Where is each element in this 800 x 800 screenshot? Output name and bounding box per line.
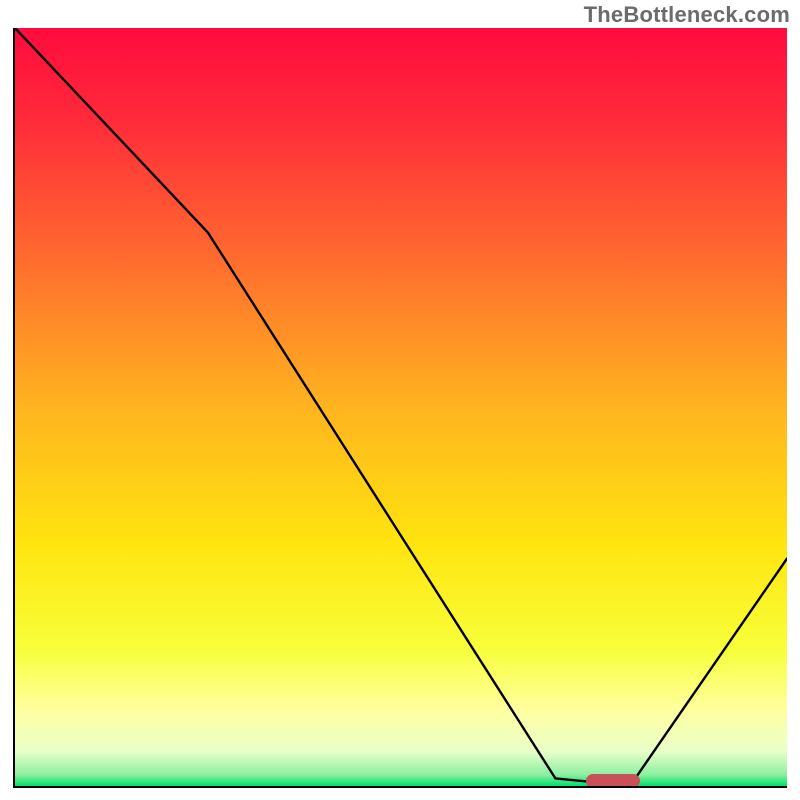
attribution-label: TheBottleneck.com [584, 2, 790, 28]
optimum-marker [586, 774, 640, 788]
chart-stage: TheBottleneck.com [0, 0, 800, 800]
heat-gradient [15, 28, 787, 786]
plot-area [13, 28, 787, 788]
